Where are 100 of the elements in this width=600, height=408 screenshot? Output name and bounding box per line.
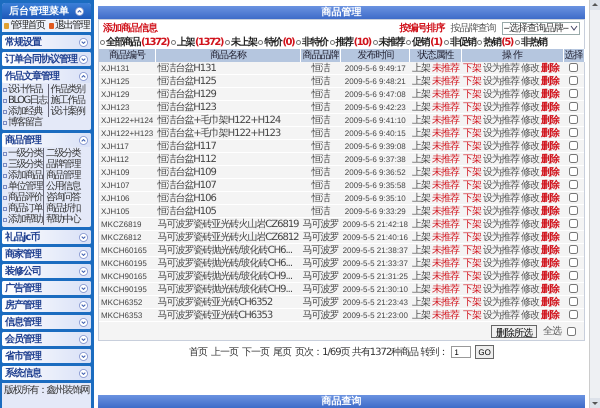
sidebar-item[interactable]: 设计作品	[3, 84, 47, 95]
action-link[interactable]: 修改	[521, 88, 540, 100]
expand-icon[interactable]	[79, 352, 88, 360]
action-link[interactable]: 下架	[463, 76, 482, 86]
action-link[interactable]: 删除	[541, 76, 560, 86]
action-link[interactable]: 删除	[541, 180, 560, 190]
action-link[interactable]: 删除	[541, 284, 560, 294]
expand-icon[interactable]	[79, 300, 88, 310]
sidebar-item[interactable]: 帮助中心	[43, 214, 80, 225]
action-link[interactable]: 修改	[521, 114, 540, 126]
row-checkbox[interactable]	[569, 284, 578, 294]
action-link[interactable]: 下架	[463, 128, 482, 138]
action-link[interactable]: 下架	[463, 270, 482, 282]
row-checkbox[interactable]	[569, 206, 578, 216]
expand-icon[interactable]	[79, 266, 88, 276]
action-link[interactable]: 修改	[521, 258, 540, 268]
action-link[interactable]: 设为推荐	[483, 206, 520, 216]
action-link[interactable]: 下架	[463, 62, 482, 74]
action-link[interactable]: 下架	[463, 102, 482, 112]
row-checkbox[interactable]	[569, 154, 578, 164]
action-link[interactable]: 下架	[463, 154, 482, 164]
action-link[interactable]: 删除	[541, 244, 560, 256]
action-link[interactable]: 修改	[521, 232, 540, 242]
row-checkbox[interactable]	[569, 89, 578, 98]
action-link[interactable]: 下架	[463, 258, 482, 268]
action-link[interactable]: 设为推荐	[483, 166, 520, 178]
action-link[interactable]: 删除	[541, 88, 560, 100]
row-checkbox[interactable]	[569, 271, 578, 280]
action-link[interactable]: 修改	[521, 76, 540, 86]
action-link[interactable]: 设为推荐	[483, 310, 520, 320]
filter-option[interactable]: 非促销	[444, 37, 476, 48]
sidebar-item[interactable]: 添加经典	[3, 106, 47, 117]
action-link[interactable]: 设为推荐	[483, 296, 520, 308]
action-link[interactable]: 下架	[463, 206, 482, 216]
sidebar-item[interactable]: 一级分类	[3, 148, 42, 159]
row-checkbox[interactable]	[569, 115, 578, 124]
filter-option[interactable]: 非特价	[296, 37, 328, 48]
action-link[interactable]: 设为推荐	[483, 180, 520, 190]
filter-option[interactable]: 非热销	[514, 37, 546, 48]
sidebar-item[interactable]: 商品折扣	[43, 203, 80, 214]
action-link[interactable]: 修改	[521, 244, 540, 256]
action-link[interactable]: 删除	[541, 296, 560, 308]
action-link[interactable]: 设为推荐	[483, 154, 520, 164]
filter-option[interactable]: 全部商品(1372)	[100, 37, 169, 48]
sidebar-item[interactable]: 添加帮助	[3, 214, 42, 225]
sidebar-item[interactable]: 咨询问答	[43, 192, 80, 203]
action-link[interactable]: 删除	[541, 206, 560, 216]
action-link[interactable]: 下架	[463, 114, 482, 126]
page-input[interactable]: 1	[451, 346, 472, 358]
filter-option[interactable]: 上架(1372)	[170, 37, 223, 48]
action-link[interactable]: 下架	[463, 218, 482, 230]
sidebar-item[interactable]: 施工作品	[48, 95, 85, 106]
action-link[interactable]: 设为推荐	[483, 114, 520, 126]
sidebar-item[interactable]: 品牌管理	[43, 159, 80, 170]
scrollbar[interactable]	[589, 0, 600, 408]
action-link[interactable]: 下架	[463, 166, 482, 178]
action-link[interactable]: 下架	[463, 88, 482, 100]
sort-link[interactable]: 按编号排序	[400, 21, 445, 35]
row-checkbox[interactable]	[569, 102, 578, 112]
row-checkbox[interactable]	[569, 76, 578, 86]
filter-option[interactable]: 热销(5)	[477, 37, 513, 48]
action-link[interactable]: 下架	[463, 140, 482, 152]
action-link[interactable]: 删除	[541, 218, 560, 230]
action-link[interactable]: 设为推荐	[483, 128, 520, 138]
filter-option[interactable]: 促销(1)	[406, 37, 442, 48]
action-link[interactable]: 修改	[521, 62, 540, 74]
sidebar-item[interactable]: 设计案例	[48, 106, 85, 117]
action-link[interactable]: 下架	[463, 284, 482, 294]
action-link[interactable]: 下架	[463, 296, 482, 308]
row-checkbox[interactable]	[569, 180, 578, 190]
sidebar-item[interactable]: 公用信息	[43, 181, 80, 192]
expand-icon[interactable]	[79, 38, 88, 46]
action-link[interactable]: 下架	[463, 232, 482, 242]
action-link[interactable]: 删除	[541, 154, 560, 164]
expand-icon[interactable]	[79, 318, 88, 326]
action-link[interactable]: 修改	[521, 128, 540, 138]
action-link[interactable]: 设为推荐	[483, 62, 520, 74]
action-link[interactable]: 修改	[521, 192, 540, 204]
filter-option[interactable]: 特价(0)	[258, 37, 294, 48]
action-link[interactable]: 修改	[521, 218, 540, 230]
action-link[interactable]: 设为推荐	[483, 140, 520, 152]
action-link[interactable]: 下架	[463, 244, 482, 256]
action-link[interactable]: 下架	[463, 192, 482, 204]
filter-option[interactable]: 未上架	[224, 37, 256, 48]
action-link[interactable]: 修改	[521, 166, 540, 178]
expand-icon[interactable]	[79, 54, 88, 64]
page-link[interactable]: 尾页	[273, 346, 292, 358]
action-link[interactable]: 修改	[521, 296, 540, 308]
action-link[interactable]: 修改	[521, 154, 540, 164]
row-checkbox[interactable]	[569, 232, 578, 242]
action-link[interactable]: 删除	[541, 128, 560, 138]
action-link[interactable]: 删除	[541, 140, 560, 152]
sidebar-item[interactable]: BLOG日志	[3, 95, 47, 106]
sidebar-link[interactable]: 退出管理	[48, 20, 89, 31]
row-checkbox[interactable]	[569, 167, 578, 176]
action-link[interactable]: 设为推荐	[483, 102, 520, 112]
row-checkbox[interactable]	[569, 245, 578, 254]
row-checkbox[interactable]	[569, 128, 578, 138]
action-link[interactable]: 删除	[541, 102, 560, 112]
scroll-down-icon[interactable]	[590, 398, 600, 408]
